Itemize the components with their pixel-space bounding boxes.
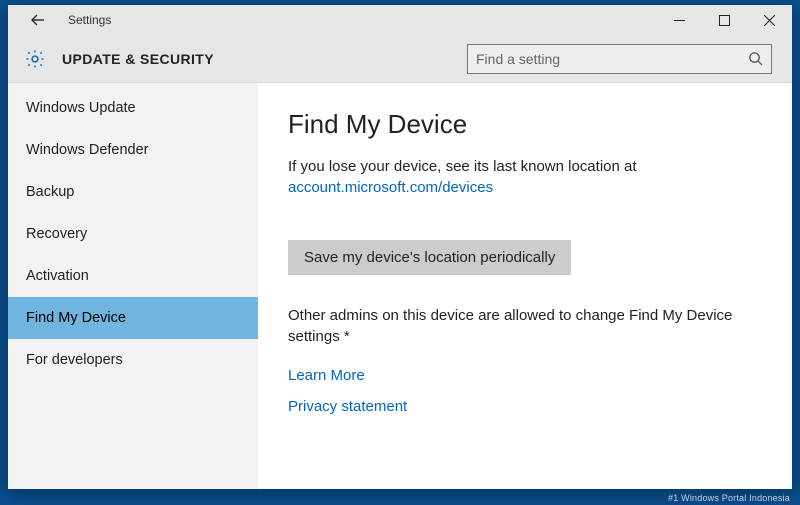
page-title: Find My Device	[288, 109, 762, 140]
close-icon	[764, 15, 775, 26]
sidebar-item-activation[interactable]: Activation	[8, 255, 258, 297]
admin-note: Other admins on this device are allowed …	[288, 305, 762, 347]
back-button[interactable]	[18, 5, 58, 35]
maximize-icon	[719, 15, 730, 26]
lead-text-block: If you lose your device, see its last kn…	[288, 156, 762, 198]
window-title: Settings	[68, 13, 111, 27]
close-button[interactable]	[747, 5, 792, 35]
content-pane: Find My Device If you lose your device, …	[258, 83, 792, 489]
settings-window: Settings UPD	[8, 5, 792, 489]
header-bar: UPDATE & SECURITY	[8, 35, 792, 83]
search-icon	[748, 51, 763, 66]
sidebar-item-recovery[interactable]: Recovery	[8, 213, 258, 255]
sidebar-item-for-developers[interactable]: For developers	[8, 339, 258, 381]
body: Windows Update Windows Defender Backup R…	[8, 83, 792, 489]
sidebar-item-backup[interactable]: Backup	[8, 171, 258, 213]
search-input[interactable]	[476, 51, 742, 67]
sidebar-item-windows-update[interactable]: Windows Update	[8, 87, 258, 129]
search-box[interactable]	[467, 44, 772, 74]
account-link[interactable]: account.microsoft.com/devices	[288, 179, 493, 196]
titlebar: Settings	[8, 5, 792, 35]
section-title: UPDATE & SECURITY	[62, 51, 214, 67]
minimize-button[interactable]	[657, 5, 702, 35]
minimize-icon	[674, 15, 685, 26]
lead-text: If you lose your device, see its last kn…	[288, 158, 637, 175]
window-controls	[657, 5, 792, 35]
gear-icon	[24, 48, 46, 70]
privacy-statement-link[interactable]: Privacy statement	[288, 398, 762, 415]
save-location-button[interactable]: Save my device's location periodically	[288, 240, 571, 275]
watermark-text: #1 Windows Portal Indonesia	[668, 493, 790, 503]
sidebar-item-windows-defender[interactable]: Windows Defender	[8, 129, 258, 171]
sidebar-item-find-my-device[interactable]: Find My Device	[8, 297, 258, 339]
maximize-button[interactable]	[702, 5, 747, 35]
learn-more-link[interactable]: Learn More	[288, 367, 762, 384]
back-arrow-icon	[30, 12, 46, 28]
sidebar: Windows Update Windows Defender Backup R…	[8, 83, 258, 489]
